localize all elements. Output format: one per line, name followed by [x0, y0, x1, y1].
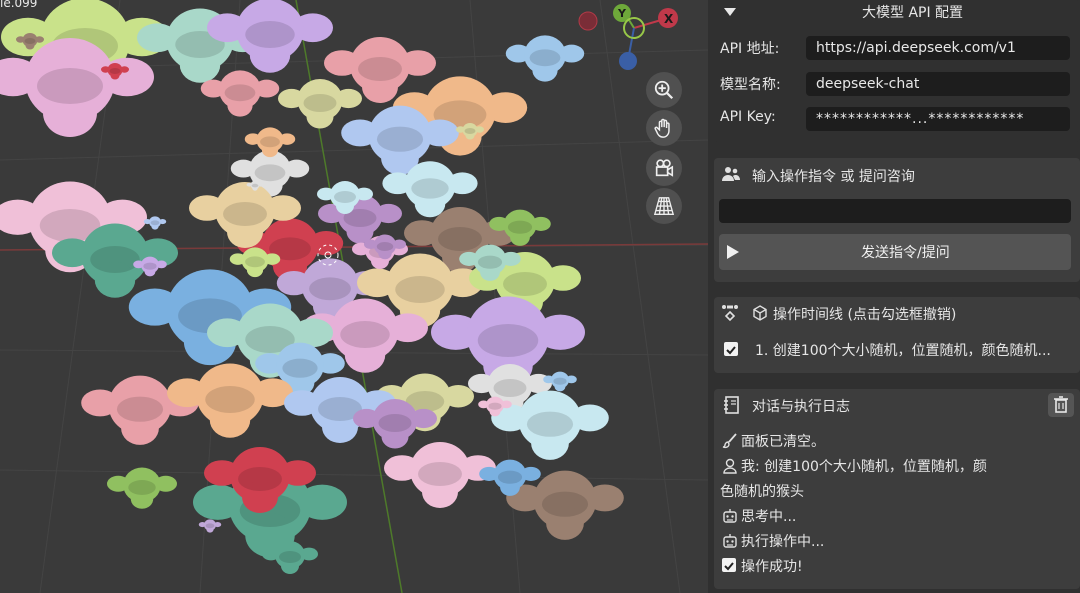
monkey-head: [384, 442, 496, 508]
robot-icon: [723, 534, 737, 548]
log-line-1: 面板已清空。: [741, 434, 825, 450]
model-name-label: 模型名称:: [720, 77, 781, 93]
timeline-panel: 操作时间线 (点击勾选框撤销) 1. 创建100个大小随机，位置随机，颜色随机.…: [714, 297, 1080, 373]
pan-button[interactable]: [646, 110, 682, 146]
api-key-label: API Key:: [720, 109, 776, 125]
timeline-title: 操作时间线 (点击勾选框撤销): [773, 307, 957, 323]
log-title: 对话与执行日志: [752, 399, 850, 415]
log-line-3: 色随机的猴头: [720, 484, 804, 500]
llm-config-panel: 大模型 API 配置 API 地址: https://api.deepseek.…: [714, 0, 1080, 142]
timeline-nodes-icon: [722, 305, 738, 322]
send-command-label: 发送指令/提问: [861, 245, 950, 261]
zoom-icon: [654, 80, 674, 100]
log-line-2: 我: 创建100个大小随机，位置随机，颜: [741, 459, 987, 475]
command-input[interactable]: [719, 199, 1071, 223]
zoom-button[interactable]: [646, 72, 682, 108]
camera-icon: [655, 159, 674, 177]
api-url-field[interactable]: https://api.deepseek.com/v1: [806, 36, 1070, 60]
users-icon: [722, 167, 740, 181]
robot-icon: [723, 509, 737, 523]
monkey-head: [505, 35, 585, 82]
active-object-label: ie.099: [0, 0, 38, 10]
command-panel: 输入操作指令 或 提问咨询 发送指令/提问: [714, 158, 1080, 282]
timeline-item-text: 1. 创建100个大小随机，位置随机，颜色随机...: [755, 343, 1051, 359]
trash-icon: [1054, 396, 1068, 413]
timeline-item[interactable]: 1. 创建100个大小随机，位置随机，颜色随机...: [714, 337, 1080, 361]
api-url-label: API 地址:: [720, 41, 780, 57]
log-line-6: 操作成功!: [741, 559, 803, 575]
api-key-field[interactable]: ************...************: [806, 107, 1070, 131]
send-command-button[interactable]: 发送指令/提问: [719, 234, 1071, 270]
model-name-field[interactable]: deepseek-chat: [806, 72, 1070, 96]
monkey-head: [198, 519, 222, 533]
axis-gizmo-icon: X Y: [578, 4, 678, 70]
log-line-5: 执行操作中...: [741, 534, 825, 550]
play-icon: [727, 245, 739, 259]
brush-icon: [722, 433, 737, 449]
llm-config-header[interactable]: 大模型 API 配置: [714, 0, 1080, 24]
grid-perspective-icon: [653, 197, 675, 215]
log-panel: 对话与执行日志 面板已清空。 我: 创建100个大小随机，位置随机，颜 色随机的…: [714, 389, 1080, 589]
collapse-triangle-icon: [724, 8, 736, 16]
log-line-4: 思考中...: [741, 509, 797, 525]
gizmo-y-label: Y: [617, 7, 627, 20]
llm-config-title: 大模型 API 配置: [862, 5, 964, 21]
monkey-head: [143, 216, 167, 230]
viewport-grid: [0, 0, 708, 593]
cube-icon: [753, 305, 767, 321]
gizmo-x-label: X: [664, 12, 674, 26]
undo-checkbox[interactable]: [724, 342, 738, 356]
user-icon: [723, 458, 737, 474]
monkey-head: [107, 467, 177, 509]
notebook-icon: [724, 396, 739, 414]
success-check-icon: [722, 558, 736, 572]
camera-button[interactable]: [646, 150, 682, 186]
perspective-toggle-button[interactable]: [646, 188, 682, 224]
monkey-head: [207, 0, 333, 73]
3d-viewport[interactable]: ie.099 X Y: [0, 0, 708, 593]
hand-pan-icon: [654, 118, 670, 138]
monkey-head: [278, 79, 362, 129]
checkmark-icon: [726, 346, 736, 355]
command-title: 输入操作指令 或 提问咨询: [752, 169, 915, 185]
ai-assistant-sidebar: 大模型 API 配置 API 地址: https://api.deepseek.…: [708, 0, 1080, 593]
clear-log-button[interactable]: [1048, 393, 1074, 417]
navigation-gizmo[interactable]: X Y: [578, 4, 678, 74]
